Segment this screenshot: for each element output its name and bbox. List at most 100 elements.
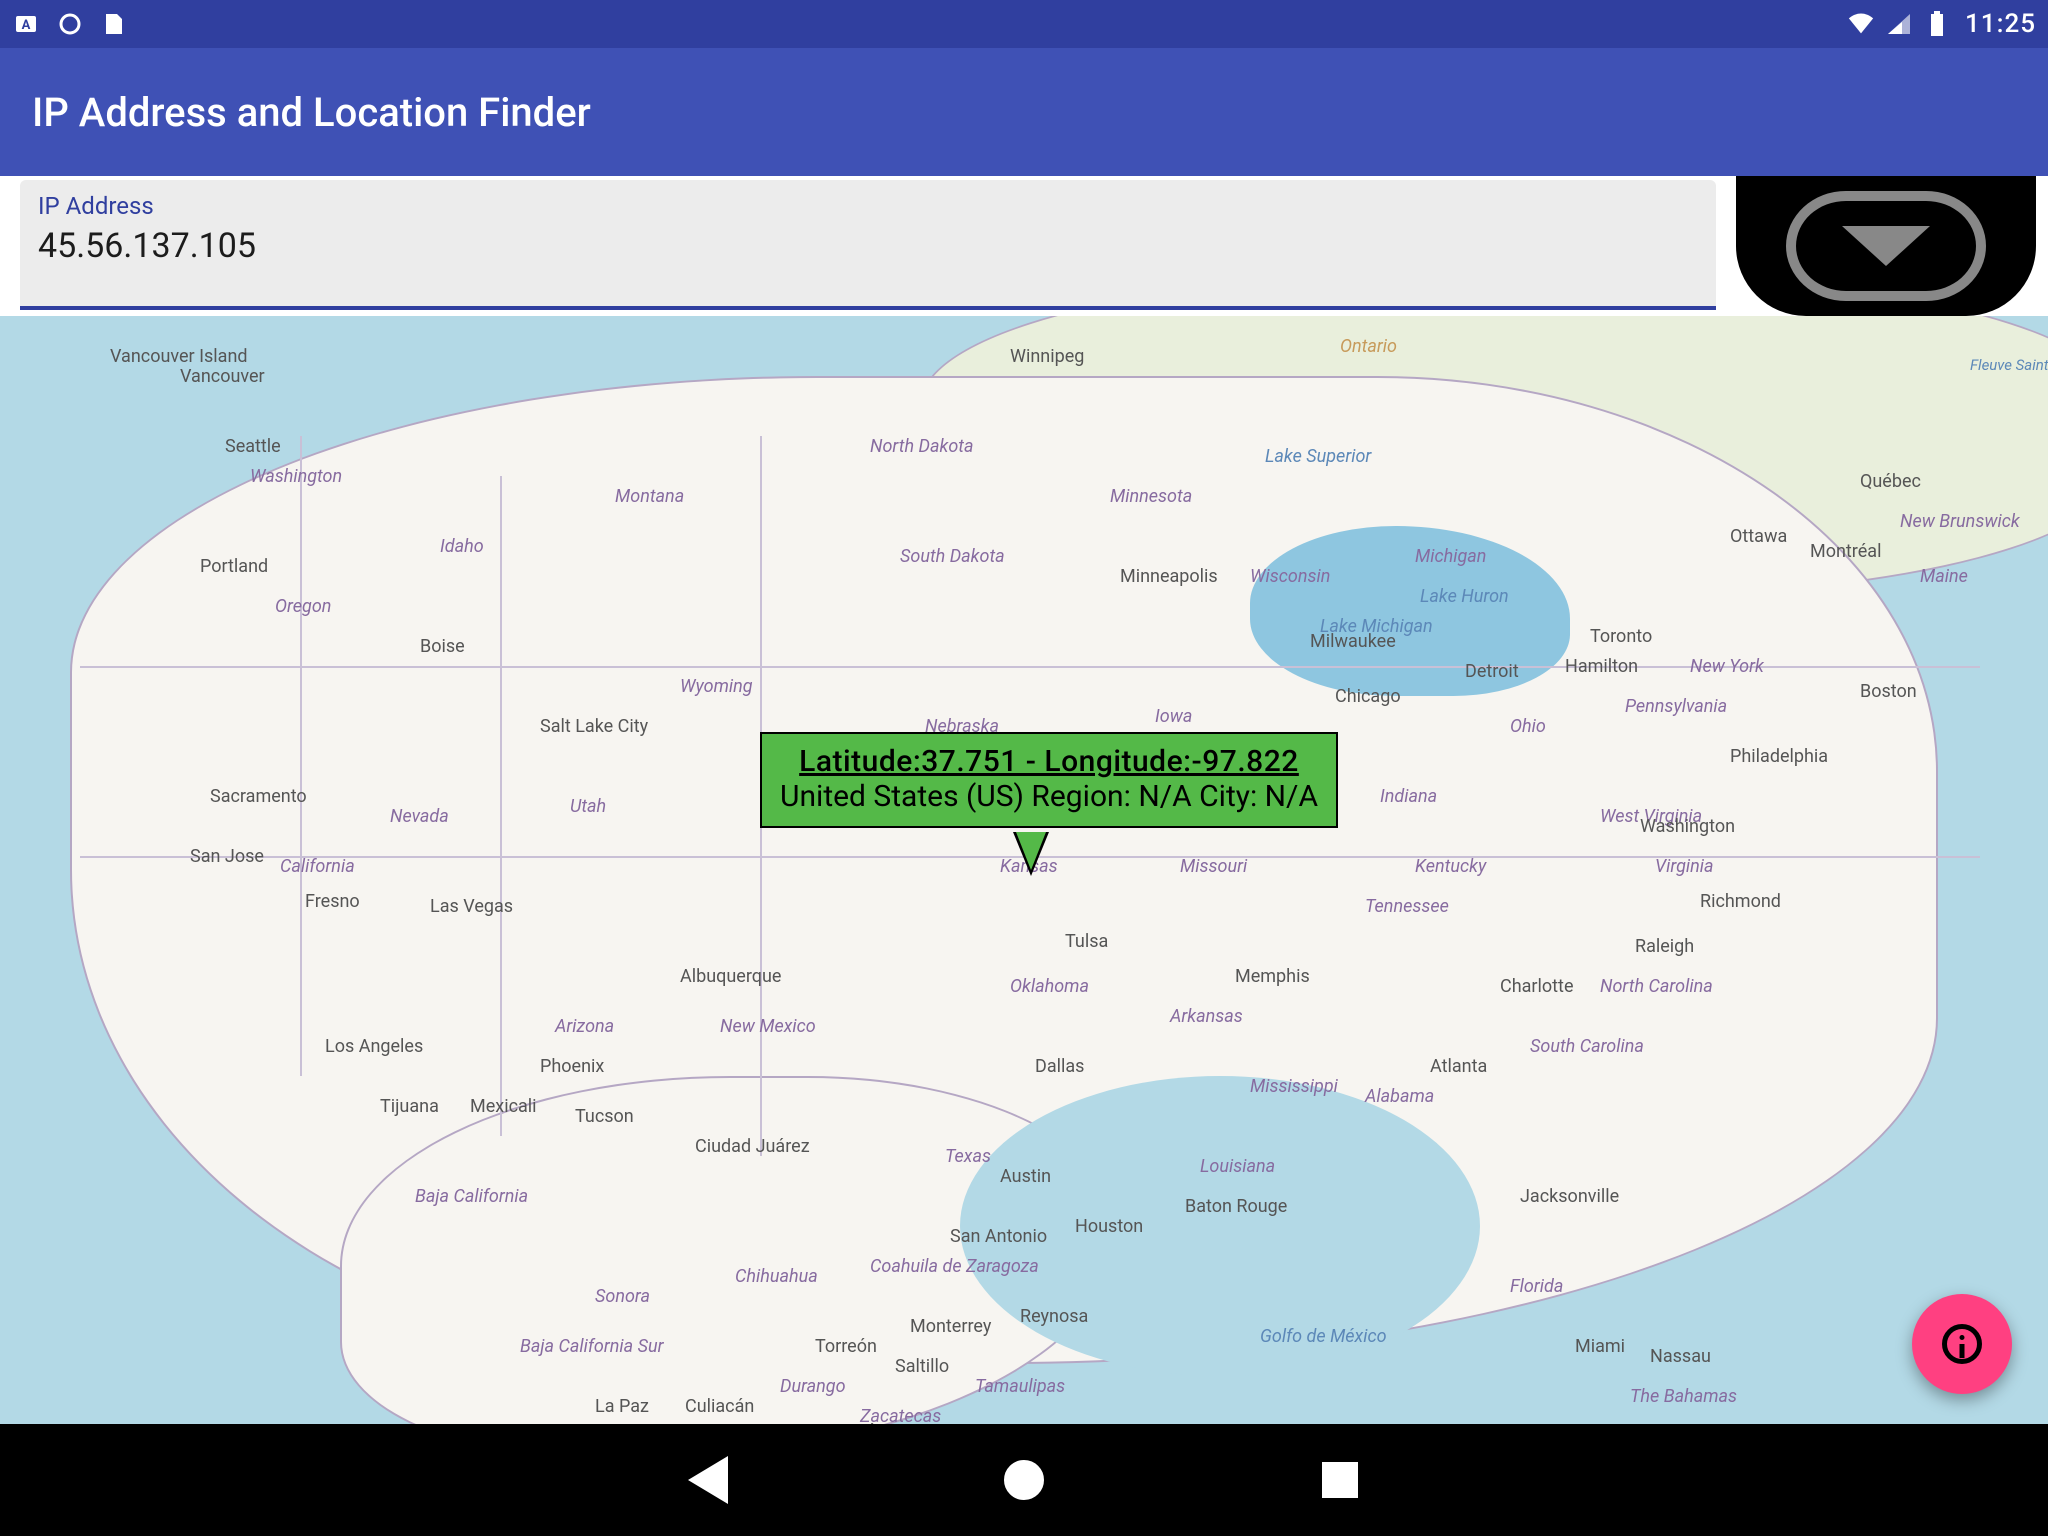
label-montana: Montana [615, 486, 684, 507]
android-status-bar: A 11:25 [0, 0, 2048, 48]
label-culiacan: Culiacán [685, 1396, 754, 1417]
label-alabama: Alabama [1365, 1086, 1434, 1107]
chevron-down-icon [1842, 226, 1930, 266]
label-durango: Durango [780, 1376, 846, 1397]
label-north-carolina: North Carolina [1600, 976, 1713, 997]
label-iowa: Iowa [1155, 706, 1192, 727]
nav-back-button[interactable] [680, 1452, 736, 1508]
label-reynosa: Reynosa [1020, 1306, 1088, 1327]
label-louisiana: Louisiana [1200, 1156, 1275, 1177]
label-mississippi: Mississippi [1250, 1076, 1338, 1097]
label-indiana: Indiana [1380, 786, 1437, 807]
svg-text:A: A [22, 18, 31, 33]
label-south-carolina: South Carolina [1530, 1036, 1644, 1057]
input-row: IP Address 45.56.137.105 [0, 176, 2048, 316]
label-tennessee: Tennessee [1365, 896, 1449, 917]
label-new-york: New York [1690, 656, 1764, 677]
state-line [500, 476, 502, 1136]
ip-address-value: 45.56.137.105 [38, 226, 1698, 266]
label-fresno: Fresno [305, 891, 360, 912]
label-baton-rouge: Baton Rouge [1185, 1196, 1287, 1217]
wifi-icon [1847, 10, 1875, 38]
label-ciudad-juarez: Ciudad Juárez [695, 1136, 810, 1157]
label-ohio: Ohio [1510, 716, 1546, 737]
home-icon [1004, 1460, 1044, 1500]
label-boston: Boston [1860, 681, 1917, 702]
label-maine: Maine [1920, 566, 1968, 587]
label-michigan: Michigan [1415, 546, 1486, 567]
label-seattle: Seattle [225, 436, 281, 457]
label-north-dakota: North Dakota [870, 436, 974, 457]
label-mexicali: Mexicali [470, 1096, 537, 1117]
screen: A 11:25 IP Address and Location Finder [0, 0, 2048, 1536]
label-baja-california: Baja California [415, 1186, 528, 1207]
label-arizona: Arizona [555, 1016, 614, 1037]
label-salt-lake-city: Salt Lake City [540, 716, 648, 737]
label-memphis: Memphis [1235, 966, 1310, 987]
label-wyoming: Wyoming [680, 676, 753, 697]
label-ottawa: Ottawa [1730, 526, 1787, 547]
label-baja-california-sur: Baja California Sur [520, 1336, 664, 1357]
enter-ring-icon [1786, 191, 1986, 301]
label-la-paz: La Paz [595, 1396, 649, 1417]
nav-recent-button[interactable] [1312, 1452, 1368, 1508]
label-portland: Portland [200, 556, 268, 577]
status-right-icons: 11:25 [1847, 9, 2036, 39]
app-title: IP Address and Location Finder [32, 89, 591, 136]
label-sonora: Sonora [595, 1286, 650, 1307]
label-california: California [280, 856, 355, 877]
label-chicago: Chicago [1335, 686, 1401, 707]
back-icon [688, 1456, 728, 1504]
map-view[interactable]: Vancouver Island Vancouver Seattle Washi… [0, 316, 2048, 1424]
callout-region: United States (US) Region: N/A City: N/A [780, 779, 1318, 814]
app-bar: IP Address and Location Finder [0, 48, 2048, 176]
label-lake-michigan: Lake Michigan [1320, 616, 1433, 637]
label-raleigh: Raleigh [1635, 936, 1694, 957]
label-tamaulipas: Tamaulipas [975, 1376, 1065, 1397]
label-missouri: Missouri [1180, 856, 1247, 877]
label-golfo: Golfo de México [1260, 1326, 1387, 1347]
info-fab[interactable] [1912, 1294, 2012, 1394]
label-san-jose: San Jose [190, 846, 264, 867]
status-left-icons: A [12, 10, 128, 38]
label-lake-huron: Lake Huron [1420, 586, 1509, 607]
label-virginia: Virginia [1655, 856, 1714, 877]
label-boise: Boise [420, 636, 465, 657]
android-nav-bar [0, 1424, 2048, 1536]
label-minnesota: Minnesota [1110, 486, 1192, 507]
status-clock: 11:25 [1965, 9, 2036, 39]
label-florida: Florida [1510, 1276, 1563, 1297]
label-new-mexico: New Mexico [720, 1016, 816, 1037]
label-lake-superior: Lake Superior [1265, 446, 1371, 467]
label-tucson: Tucson [575, 1106, 634, 1127]
label-texas: Texas [945, 1146, 991, 1167]
label-wisconsin: Wisconsin [1250, 566, 1330, 587]
label-minneapolis: Minneapolis [1120, 566, 1218, 587]
label-las-vegas: Las Vegas [430, 896, 513, 917]
label-los-angeles: Los Angeles [325, 1036, 423, 1057]
nav-home-button[interactable] [996, 1452, 1052, 1508]
ip-address-field[interactable]: IP Address 45.56.137.105 [20, 180, 1716, 310]
lookup-button[interactable] [1736, 176, 2036, 316]
label-houston: Houston [1075, 1216, 1143, 1237]
label-arkansas: Arkansas [1170, 1006, 1243, 1027]
label-coahuila: Coahuila de Zaragoza [870, 1256, 1039, 1277]
label-washington: Washington [250, 466, 342, 487]
label-atlanta: Atlanta [1430, 1056, 1487, 1077]
label-fleuve: Fleuve Saint-Laurent maritime [1970, 356, 2048, 374]
label-miami: Miami [1575, 1336, 1625, 1357]
label-bahamas: The Bahamas [1630, 1386, 1737, 1407]
label-hamilton: Hamilton [1565, 656, 1638, 677]
callout-pointer-fill [1016, 832, 1046, 870]
label-austin: Austin [1000, 1166, 1051, 1187]
label-vancouver: Vancouver [180, 366, 265, 387]
label-saltillo: Saltillo [895, 1356, 949, 1377]
label-nassau: Nassau [1650, 1346, 1711, 1367]
location-callout: Latitude:37.751 - Longitude:-97.822 Unit… [760, 732, 1338, 828]
label-tulsa: Tulsa [1065, 931, 1108, 952]
label-phoenix: Phoenix [540, 1056, 604, 1077]
cell-signal-icon [1885, 10, 1913, 38]
label-monterrey: Monterrey [910, 1316, 991, 1337]
label-utah: Utah [570, 796, 606, 817]
label-nevada: Nevada [390, 806, 449, 827]
